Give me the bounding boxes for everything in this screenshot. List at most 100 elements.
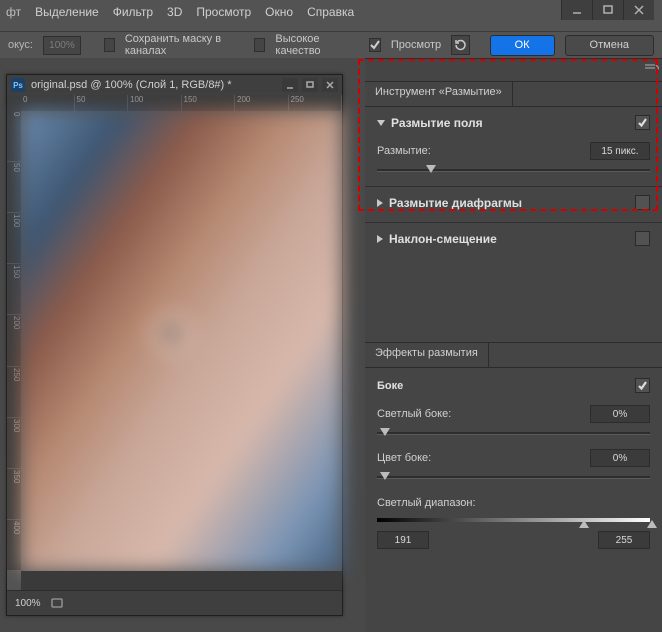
range-thumb-low[interactable] [579, 520, 589, 528]
range-thumb-high[interactable] [647, 520, 657, 528]
panel-menu-icon[interactable] [645, 64, 659, 74]
document-title: original.psd @ 100% (Слой 1, RGB/8#) * [31, 79, 276, 91]
ruler-tick: 250 [289, 95, 343, 111]
ruler-tick: 0 [7, 111, 21, 162]
slider-thumb[interactable] [380, 428, 390, 436]
effects-panel-body: Боке Светлый боке: 0% Цвет боке: 0% [365, 368, 662, 559]
ruler-tick: 0 [21, 95, 75, 111]
tilt-shift-toggle[interactable] [635, 231, 650, 246]
ok-button[interactable]: ОК [490, 35, 555, 56]
menu-item-3d[interactable]: 3D [167, 5, 182, 19]
section-header-tilt-shift[interactable]: Наклон-смещение [377, 231, 650, 246]
effects-panel-tabs: Эффекты размытия [365, 342, 662, 368]
horizontal-scrollbar[interactable] [21, 571, 342, 591]
light-bokeh-field[interactable]: 0% [590, 405, 650, 423]
bokeh-toggle[interactable] [635, 378, 650, 393]
section-header-iris-blur[interactable]: Размытие диафрагмы [377, 195, 650, 210]
high-quality-checkbox[interactable] [254, 38, 265, 52]
slider-thumb[interactable] [380, 472, 390, 480]
check-icon [638, 381, 647, 390]
ruler-vertical[interactable]: 0 50 100 150 200 250 300 350 400 [7, 111, 21, 571]
preview-checkbox[interactable] [369, 38, 381, 52]
ruler-tick: 150 [7, 264, 21, 315]
ruler-tick: 400 [7, 520, 21, 571]
window-close-button[interactable] [623, 0, 654, 20]
window-minimize-button[interactable] [561, 0, 592, 20]
blur-amount-slider[interactable] [377, 166, 650, 174]
preview-label: Просмотр [391, 39, 441, 51]
section-iris-blur: Размытие диафрагмы [365, 187, 662, 223]
close-icon [634, 5, 644, 15]
document-statusbar: 100% [7, 590, 342, 615]
section-title: Размытие диафрагмы [389, 196, 522, 210]
ruler-tick: 100 [128, 95, 182, 111]
light-bokeh-label: Светлый боке: [377, 408, 451, 420]
high-quality-label: Высокое качество [275, 33, 344, 57]
blur-amount-field[interactable]: 15 пикс. [590, 142, 650, 160]
ruler-tick: 50 [75, 95, 129, 111]
tab-blur-effects[interactable]: Эффекты размытия [365, 343, 489, 367]
minimize-icon [286, 81, 294, 89]
blur-pin[interactable] [149, 311, 193, 355]
field-blur-toggle[interactable] [635, 115, 650, 130]
window-maximize-button[interactable] [592, 0, 623, 20]
doc-minimize-button[interactable] [282, 78, 298, 92]
workspace: Ps original.psd @ 100% (Слой 1, RGB/8#) … [0, 58, 662, 632]
ruler-tick: 50 [7, 162, 21, 213]
disclosure-right-icon [377, 235, 383, 243]
reset-button[interactable] [451, 35, 469, 55]
light-range-low-field[interactable]: 191 [377, 531, 429, 549]
blur-amount-label: Размытие: [377, 145, 431, 157]
panel-grip[interactable] [365, 58, 662, 82]
section-header-field-blur[interactable]: Размытие поля [377, 115, 650, 130]
options-bar: окус: 100% Сохранить маску в каналах Выс… [0, 31, 662, 59]
ruler-corner [7, 95, 21, 111]
light-range-high-field[interactable]: 255 [598, 531, 650, 549]
blur-tools-panel: Инструмент «Размытие» Размытие поля Разм… [365, 58, 662, 632]
range-track [377, 518, 650, 522]
ruler-horizontal[interactable]: 0 50 100 150 200 250 [21, 95, 342, 111]
color-bokeh-label: Цвет боке: [377, 452, 431, 464]
ruler-tick: 200 [235, 95, 289, 111]
slider-track [377, 476, 650, 479]
ps-file-icon: Ps [11, 78, 25, 92]
doc-close-button[interactable] [322, 78, 338, 92]
slider-thumb[interactable] [426, 165, 436, 173]
color-bokeh-field[interactable]: 0% [590, 449, 650, 467]
document-titlebar[interactable]: Ps original.psd @ 100% (Слой 1, RGB/8#) … [7, 75, 342, 95]
focus-label-fragment: окус: [8, 39, 33, 51]
ruler-tick: 200 [7, 315, 21, 366]
iris-blur-toggle[interactable] [635, 195, 650, 210]
menu-item-view[interactable]: Просмотр [196, 5, 251, 19]
menu-item-fragment[interactable]: фт [6, 5, 21, 19]
ruler-tick: 100 [7, 213, 21, 264]
save-mask-checkbox[interactable] [104, 38, 115, 52]
color-bokeh-slider[interactable] [377, 473, 650, 481]
save-mask-label: Сохранить маску в каналах [125, 33, 230, 57]
status-info-icon[interactable] [49, 596, 65, 610]
ruler-tick: 300 [7, 418, 21, 469]
panel-tabs: Инструмент «Размытие» [365, 82, 662, 107]
section-title: Наклон-смещение [389, 232, 497, 246]
check-icon [370, 40, 380, 50]
light-bokeh-slider[interactable] [377, 429, 650, 437]
tab-blur-tool[interactable]: Инструмент «Размытие» [365, 82, 513, 106]
check-icon [638, 118, 647, 127]
menu-item-window[interactable]: Окно [265, 5, 293, 19]
maximize-icon [603, 5, 613, 15]
menu-bar: фт Выделение Фильтр 3D Просмотр Окно Спр… [0, 2, 354, 22]
focus-percent-field[interactable]: 100% [43, 36, 81, 55]
zoom-readout[interactable]: 100% [15, 598, 41, 609]
light-range-slider[interactable] [377, 515, 650, 525]
doc-maximize-button[interactable] [302, 78, 318, 92]
section-tilt-shift: Наклон-смещение [365, 223, 662, 258]
cancel-button[interactable]: Отмена [565, 35, 654, 56]
menu-item-filter[interactable]: Фильтр [113, 5, 153, 19]
menu-item-select[interactable]: Выделение [35, 5, 99, 19]
canvas[interactable] [21, 111, 342, 571]
ruler-tick: 350 [7, 469, 21, 520]
section-field-blur: Размытие поля Размытие: 15 пикс. [365, 107, 662, 187]
minimize-icon [572, 5, 582, 15]
menu-item-help[interactable]: Справка [307, 5, 354, 19]
light-range-label: Светлый диапазон: [377, 497, 476, 509]
